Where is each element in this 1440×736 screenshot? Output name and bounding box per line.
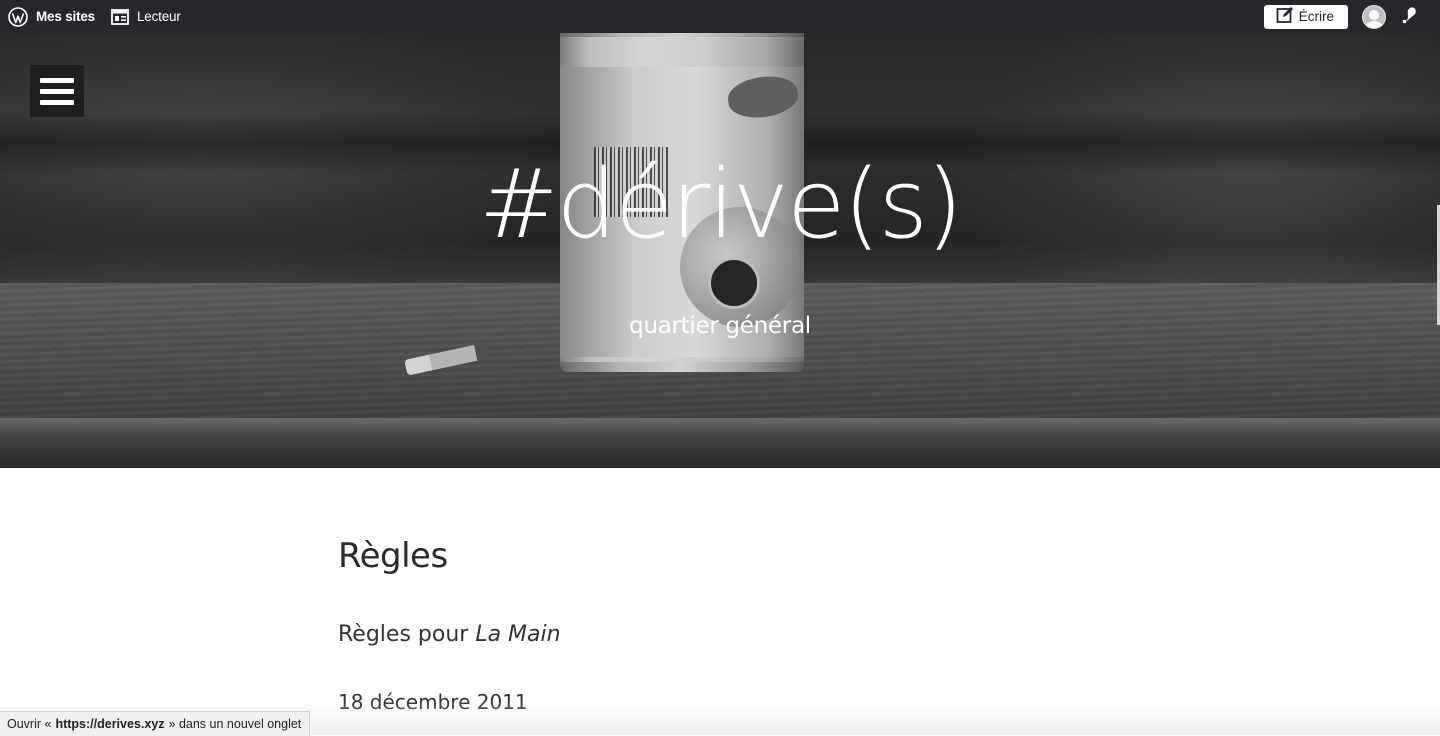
link-status-tooltip: Ouvrir « https://derives.xyz » dans un n…	[0, 711, 311, 736]
reader-label: Lecteur	[136, 9, 181, 24]
reader-button[interactable]: Lecteur	[103, 0, 189, 33]
admin-bar: Mes sites Lecteur Écrire	[0, 0, 1440, 33]
notifications-icon[interactable]	[1400, 5, 1422, 28]
status-suffix: » dans un nouvel onglet	[168, 717, 302, 731]
hamburger-menu-icon[interactable]	[30, 65, 84, 117]
reader-icon	[111, 8, 129, 25]
my-sites-label: Mes sites	[36, 9, 95, 24]
admin-bar-left: Mes sites Lecteur	[0, 0, 189, 33]
write-icon	[1276, 6, 1294, 27]
page-subtitle: Règles pour La Main	[338, 622, 561, 647]
status-url: https://derives.xyz	[55, 717, 165, 731]
avatar[interactable]	[1362, 4, 1386, 29]
page-title: Règles	[338, 536, 448, 576]
wordpress-icon	[8, 6, 28, 27]
write-label: Écrire	[1298, 9, 1334, 24]
subtitle-emphasis: La Main	[475, 622, 561, 647]
site-description: quartier général	[629, 313, 811, 339]
my-sites-button[interactable]: Mes sites	[0, 0, 103, 33]
subtitle-prefix: Règles pour	[338, 622, 476, 647]
write-button[interactable]: Écrire	[1263, 4, 1348, 29]
site-title[interactable]: #dérive(s)	[0, 150, 1440, 260]
status-prefix: Ouvrir «	[7, 717, 52, 731]
admin-bar-right: Écrire	[1263, 4, 1440, 29]
